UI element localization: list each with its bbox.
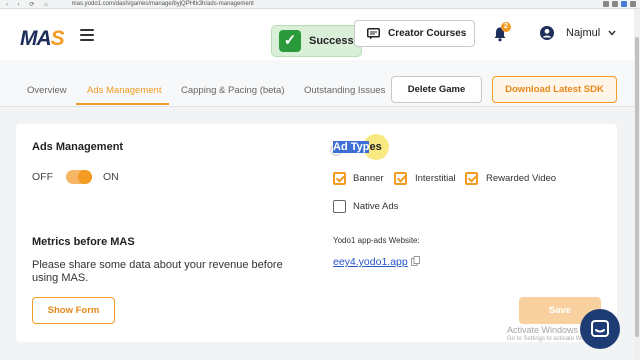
native-ads-label: Native Ads (353, 201, 399, 212)
chevron-down-icon (608, 30, 616, 36)
native-ads-checkbox[interactable] (333, 200, 346, 213)
tab-overview[interactable]: Overview (27, 85, 67, 96)
app-ads-website-label: Yodo1 app-ads Website: (333, 236, 420, 245)
banner-checkbox[interactable] (333, 172, 346, 185)
chat-bubble-icon (591, 320, 609, 337)
toggle-on-label: ON (103, 171, 119, 183)
ads-management-title: Ads Management (32, 141, 124, 153)
toggle-knob (78, 170, 92, 184)
menu-icon[interactable] (80, 29, 94, 41)
download-sdk-button[interactable]: Download Latest SDK (492, 76, 617, 103)
delete-game-button[interactable]: Delete Game (391, 76, 482, 103)
creator-courses-label: Creator Courses (388, 28, 467, 39)
banner-label: Banner (353, 173, 384, 184)
app-ads-website-link[interactable]: eey4.yodo1.app (333, 256, 408, 268)
scrollbar-thumb[interactable] (635, 37, 639, 337)
ad-types-title-rest: es (369, 141, 382, 153)
success-toast: ✓ Success (271, 25, 362, 57)
logo-text: MA (20, 27, 52, 50)
top-header: MAS ✓ Success Creator Courses 2 Najmul (0, 9, 634, 60)
extension-icon[interactable] (612, 1, 618, 7)
chat-support-button[interactable] (580, 309, 620, 349)
extension-icon[interactable] (630, 1, 636, 7)
creator-courses-button[interactable]: Creator Courses (354, 20, 475, 47)
active-tab-indicator (76, 103, 169, 105)
user-menu[interactable]: Najmul (540, 26, 616, 40)
windows-watermark: Activate Windows (507, 325, 579, 335)
user-name: Najmul (566, 27, 601, 39)
ad-types-title: Ad Types (333, 141, 382, 153)
interstitial-label: Interstitial (415, 173, 456, 184)
show-form-button[interactable]: Show Form (32, 297, 115, 324)
interstitial-checkbox[interactable] (394, 172, 407, 185)
copy-icon[interactable] (411, 256, 420, 266)
chat-icon (367, 27, 380, 39)
tab-outstanding-issues[interactable]: Outstanding Issues (304, 85, 385, 96)
toast-text: Success (309, 35, 354, 47)
page-scrollbar[interactable] (634, 9, 640, 360)
ad-types-title-selected: Ad Typ (333, 141, 370, 153)
extension-icon[interactable] (603, 1, 609, 7)
rewarded-video-checkbox[interactable] (465, 172, 478, 185)
toggle-off-label: OFF (32, 171, 53, 183)
browser-nav-icons[interactable]: ‹ › ⟳ ⌂ (6, 1, 52, 8)
mas-logo[interactable]: MAS (20, 27, 65, 51)
avatar-icon (540, 26, 554, 40)
metrics-title: Metrics before MAS (32, 236, 135, 248)
browser-address-bar: ‹ › ⟳ ⌂ mas.yodo1.com/dash/games/manage/… (0, 0, 640, 9)
extension-icon[interactable] (621, 1, 627, 7)
notification-badge: 2 (501, 22, 511, 32)
browser-extensions[interactable] (603, 1, 636, 7)
check-icon: ✓ (279, 30, 301, 52)
metrics-description: Please share some data about your revenu… (32, 259, 283, 284)
rewarded-video-label: Rewarded Video (486, 173, 557, 184)
logo-text-accent: S (50, 27, 65, 50)
tab-ads-management[interactable]: Ads Management (87, 85, 161, 96)
browser-url[interactable]: mas.yodo1.com/dash/games/manage/byjQPHtk… (72, 1, 254, 7)
ads-management-toggle[interactable] (66, 170, 92, 184)
tab-capping-pacing[interactable]: Capping & Pacing (beta) (181, 85, 285, 96)
